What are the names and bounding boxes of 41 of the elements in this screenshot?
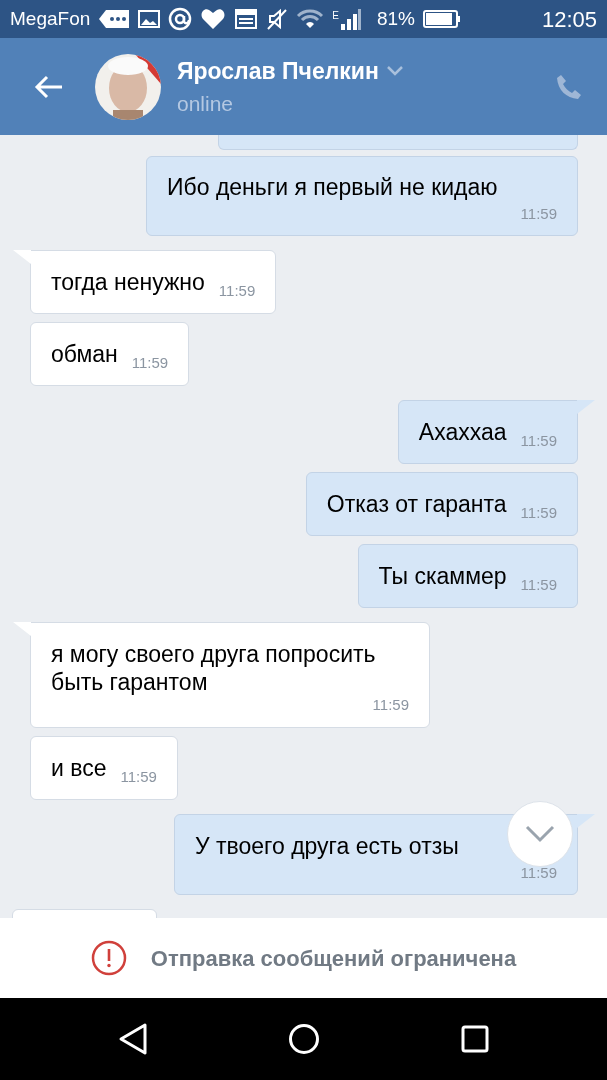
home-icon[interactable] [288,1023,321,1055]
message-text: У твоего друга есть отзы [195,832,459,860]
signal-icon [338,8,361,30]
network-type-label: E [332,9,339,23]
message-text: Отказ от гаранта [326,490,507,518]
dropdown-caret-icon[interactable] [386,65,403,76]
message-text: я могу своего друга попросить быть гарантом [51,640,377,696]
message-time: 11:59 [520,576,557,594]
online-status: online [177,91,235,117]
image-icon [138,9,161,29]
recent-apps-icon[interactable] [460,1025,489,1053]
message-time: 11:59 [218,282,256,300]
message-text: и все [51,754,107,782]
message-time: 11:59 [520,504,557,522]
battery-percent: 81% [376,6,415,31]
message-text: обман [51,340,118,368]
contact-name: Ярослав Пчелкин [177,56,379,86]
message-time: 11:59 [131,354,169,372]
heart-icon [200,8,227,30]
chevron-down-icon [525,825,555,843]
warning-icon [90,940,127,976]
message-icon [98,9,131,29]
message-text: Ахаххаа [418,418,507,446]
message-time: 11:59 [120,768,157,786]
clock: 12:05 [541,5,597,34]
wifi-icon [296,8,325,30]
calendar-icon [234,8,259,30]
back-arrow-icon[interactable] [34,74,64,99]
back-icon[interactable] [118,1022,149,1056]
carrier-name: MegaFon [10,6,91,31]
at-sign-icon [168,7,193,31]
message-text: Ты скаммер [378,562,507,590]
message-text: тогда ненужно [51,268,205,296]
message-time: 11:59 [519,864,557,882]
message-time: 11:59 [372,696,409,714]
message-time: 11:59 [519,205,557,223]
muted-speaker-icon [266,8,289,30]
restriction-notice: Отправка сообщений ограничена [150,944,517,973]
message-time: 11:59 [520,432,557,450]
battery-icon [423,9,461,29]
message-text: Ибо деньги я первый не кидаю [167,173,498,201]
